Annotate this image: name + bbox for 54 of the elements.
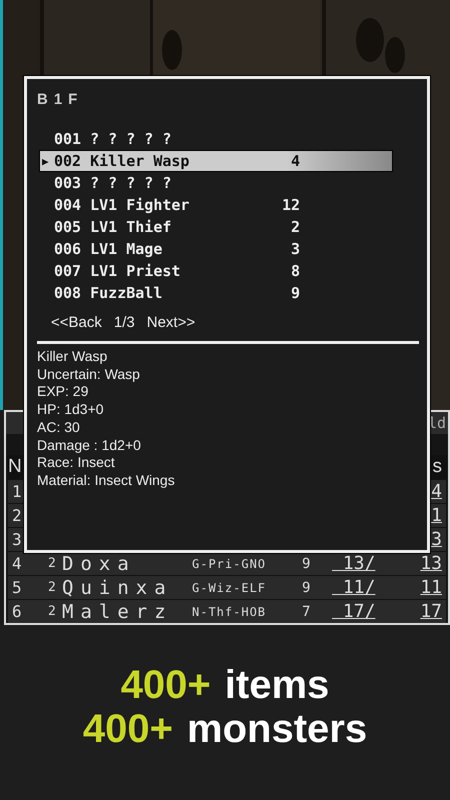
hp-text: 1 [431,505,442,526]
hp-text: 4 [431,481,442,502]
detail-line: AC: 30 [37,418,80,437]
detail-line: Killer Wasp [37,348,108,366]
hp-text: 13/ [342,553,376,574]
level-text: 2 [48,580,57,595]
level-text: 2 [48,604,57,619]
row-number: 5 [11,578,23,597]
max-hp-text: 11 [420,577,442,598]
monster-entry[interactable]: 008 FuzzBall 9 [39,282,393,304]
hp-text: 3 [431,529,442,550]
monster-entry[interactable]: 006 LV1 Mage 3 [39,238,393,260]
monster-entry[interactable]: 001 ? ? ? ? ? [39,128,393,150]
max-hp-text: 17 [420,601,442,622]
status-text: ld [428,414,446,432]
monster-entry[interactable]: 003 ? ? ? ? ? [39,172,393,194]
column-header: N [8,456,22,478]
ac-text: 9 [302,556,312,572]
page-indicator: 1/3 [114,314,135,331]
detail-line: EXP: 29 [37,383,88,402]
class-text: N-Thf-HOB [192,604,268,618]
level-text: 2 [48,556,57,571]
character-name: Quinxa [62,576,174,598]
banner-number: 400+ [82,706,174,750]
character-name: Malerz [62,600,174,622]
floor-title: B1F [37,91,84,108]
detail-line: HP: 1d3+0 [37,401,104,419]
banner-word: items [224,662,330,706]
detail-line: Race: Insect [37,454,115,472]
row-number: 3 [11,530,23,549]
class-text: G-Pri-GNO [192,556,268,570]
ac-text: 7 [302,604,312,620]
row-number: 4 [11,554,23,573]
row-number: 6 [11,602,23,621]
banner-number: 400+ [120,662,211,706]
back-link[interactable]: <<Back [51,314,102,331]
monster-entry[interactable]: 007 LV1 Priest 8 [39,260,393,282]
hp-text: 17/ [342,601,376,622]
monster-entry[interactable]: ▶ 002 Killer Wasp 4 [39,150,393,172]
monster-entry[interactable]: 005 LV1 Thief 2 [39,216,393,238]
ac-text: 9 [302,580,312,596]
class-text: G-Wiz-ELF [192,580,268,594]
row-number: 2 [11,506,23,525]
detail-line: Material: Insect Wings [37,472,175,490]
character-name: Doxa [62,552,137,574]
column-header: s [432,456,442,478]
detail-line: Uncertain: Wasp [37,366,140,384]
next-link[interactable]: Next>> [146,314,196,331]
monster-entry[interactable]: 004 LV1 Fighter 12 [39,194,393,216]
max-hp-text: 13 [420,553,442,574]
detail-line: Damage : 1d2+0 [37,436,141,454]
hp-text: 11/ [342,577,376,598]
row-number: 1 [11,482,23,501]
banner-word: monsters [187,706,368,750]
